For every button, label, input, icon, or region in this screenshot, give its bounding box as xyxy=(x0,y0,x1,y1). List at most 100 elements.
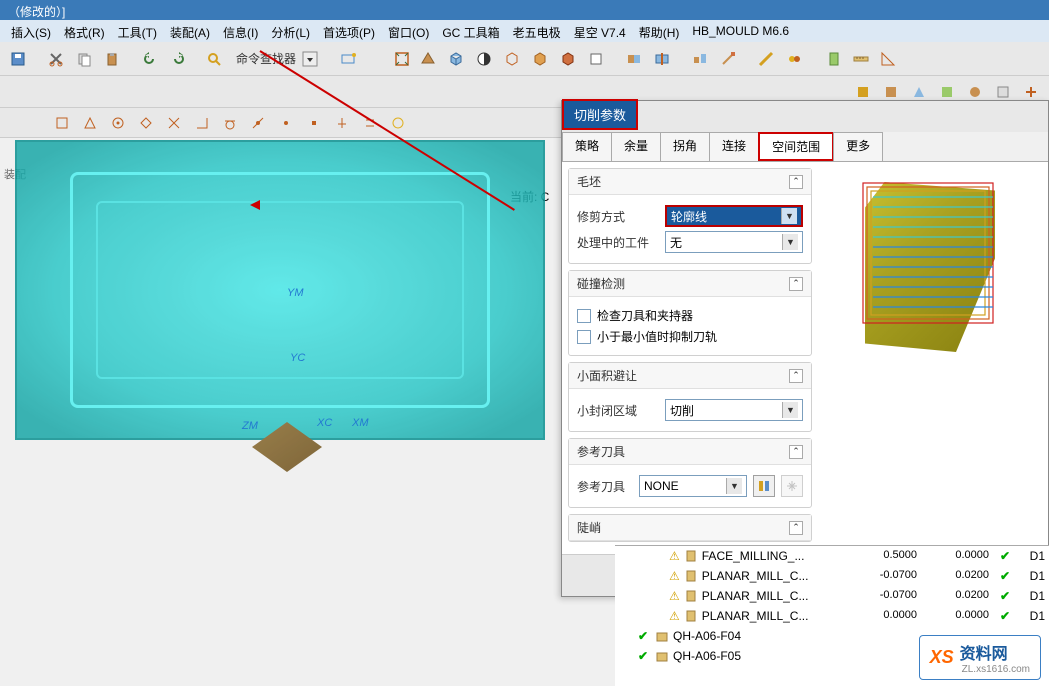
section-collision-title: 碰撞检测 xyxy=(577,275,625,292)
tab-stock[interactable]: 余量 xyxy=(611,132,661,161)
tab-strategy[interactable]: 策略 xyxy=(562,132,612,161)
snap-intersect-icon[interactable] xyxy=(162,111,186,135)
menu-format[interactable]: 格式(R) xyxy=(59,23,110,39)
section-small-area-title: 小面积避让 xyxy=(577,367,637,384)
folder-icon xyxy=(655,649,669,663)
sketch-icon[interactable] xyxy=(718,47,742,71)
snap-end-icon[interactable] xyxy=(50,111,74,135)
snap-node-icon[interactable] xyxy=(302,111,326,135)
menu-info[interactable]: 信息(I) xyxy=(218,23,263,39)
menu-assembly[interactable]: 装配(A) xyxy=(165,23,215,39)
tree-row[interactable]: ⚠ PLANAR_MILL_C... 0.0000 0.0000 ✔ D1 xyxy=(615,606,1049,626)
snap-insert-icon[interactable] xyxy=(330,111,354,135)
tab-connect[interactable]: 连接 xyxy=(709,132,759,161)
suppress-small-checkbox[interactable] xyxy=(577,330,591,344)
menu-laowu-electrode[interactable]: 老五电极 xyxy=(508,23,566,39)
green-tool-icon[interactable] xyxy=(822,47,846,71)
assembly-icon[interactable] xyxy=(690,47,714,71)
cutting-params-dialog: 切削参数 策略 余量 拐角 连接 空间范围 更多 毛坯 ⌃ 修剪方式 轮廓线 ▼ xyxy=(561,100,1049,597)
trim-method-select[interactable]: 轮廓线 ▼ xyxy=(665,205,803,227)
watermark-text: 资料网 xyxy=(960,640,1030,664)
snap-tan-icon[interactable] xyxy=(218,111,242,135)
wireframe-icon[interactable] xyxy=(502,47,526,71)
ref-tool-new-icon[interactable] xyxy=(781,475,803,497)
ruler-icon[interactable] xyxy=(850,47,874,71)
collapse-icon[interactable]: ⌃ xyxy=(789,521,803,535)
menu-help[interactable]: 帮助(H) xyxy=(634,23,685,39)
inprocess-select[interactable]: 无 ▼ xyxy=(665,231,803,253)
angle-icon[interactable] xyxy=(878,47,902,71)
menu-hbmould[interactable]: HB_MOULD M6.6 xyxy=(687,23,794,39)
axis-ym: YM xyxy=(287,287,304,299)
check-icon: ✔ xyxy=(635,629,651,643)
snap-near-icon[interactable] xyxy=(246,111,270,135)
closed-region-label: 小封闭区域 xyxy=(577,402,659,419)
fit-icon[interactable] xyxy=(390,47,414,71)
collapse-icon[interactable]: ⌃ xyxy=(789,369,803,383)
menu-xingkong[interactable]: 星空 V7.4 xyxy=(569,23,631,39)
check-icon: ✔ xyxy=(997,569,1013,583)
snap-perp-icon[interactable] xyxy=(190,111,214,135)
dialog-title: 切削参数 xyxy=(562,99,638,130)
chevron-down-icon: ▼ xyxy=(782,402,798,418)
ref-tool-list-icon[interactable] xyxy=(753,475,775,497)
menu-gc-toolbox[interactable]: GC 工具箱 xyxy=(437,23,504,39)
snap-point-icon[interactable] xyxy=(274,111,298,135)
closed-region-select[interactable]: 切削 ▼ xyxy=(665,399,803,421)
window-title: （修改的）] xyxy=(0,0,1049,20)
trim-method-label: 修剪方式 xyxy=(577,208,659,225)
tab-corners[interactable]: 拐角 xyxy=(660,132,710,161)
render-style-icon[interactable] xyxy=(418,47,442,71)
section-ref-tool: 参考刀具 ⌃ 参考刀具 NONE ▼ xyxy=(568,438,812,508)
collapse-icon[interactable]: ⌃ xyxy=(789,277,803,291)
toolpath-preview[interactable]: YM YC ZM XC XM xyxy=(15,140,545,440)
mill-op-icon xyxy=(684,589,698,603)
op-name: FACE_MILLING_... xyxy=(702,549,805,563)
clip-icon[interactable] xyxy=(652,47,676,71)
section-steep: 陡峭 ⌃ xyxy=(568,514,812,542)
section-blank: 毛坯 ⌃ 修剪方式 轮廓线 ▼ 处理中的工件 无 xyxy=(568,168,812,264)
tree-row[interactable]: ⚠ PLANAR_MILL_C... -0.0700 0.0200 ✔ D1 xyxy=(615,586,1049,606)
menu-tools[interactable]: 工具(T) xyxy=(113,23,162,39)
op-name: PLANAR_MILL_C... xyxy=(702,569,809,583)
tree-row[interactable]: ⚠ FACE_MILLING_... 0.5000 0.0000 ✔ D1 xyxy=(615,546,1049,566)
tree-row[interactable]: ⚠ PLANAR_MILL_C... -0.0700 0.0200 ✔ D1 xyxy=(615,566,1049,586)
cmd-finder-icon[interactable] xyxy=(204,47,228,71)
snap-mid-icon[interactable] xyxy=(78,111,102,135)
undo-icon[interactable] xyxy=(138,47,162,71)
paste-icon[interactable] xyxy=(100,47,124,71)
inprocess-label: 处理中的工件 xyxy=(577,234,659,251)
dropdown-icon[interactable] xyxy=(300,47,324,71)
menu-insert[interactable]: 插入(S) xyxy=(6,23,56,39)
watermark: XS 资料网 ZL.xs1616.com xyxy=(919,635,1041,680)
folder-name: QH-A06-F04 xyxy=(673,629,741,643)
half-circle-icon[interactable] xyxy=(474,47,498,71)
tab-containment[interactable]: 空间范围 xyxy=(758,132,834,161)
cube-icon[interactable] xyxy=(446,47,470,71)
layer-icon[interactable] xyxy=(586,47,610,71)
save-icon[interactable] xyxy=(6,47,30,71)
snap-quad-icon[interactable] xyxy=(134,111,158,135)
op-name: PLANAR_MILL_C... xyxy=(702,589,809,603)
menu-analysis[interactable]: 分析(L) xyxy=(266,23,315,39)
snap-center-icon[interactable] xyxy=(106,111,130,135)
shaded-edges-icon[interactable] xyxy=(558,47,582,71)
copy-icon[interactable] xyxy=(72,47,96,71)
section-icon[interactable] xyxy=(624,47,648,71)
ref-tool-select[interactable]: NONE ▼ xyxy=(639,475,747,497)
check-tool-holder-checkbox[interactable] xyxy=(577,309,591,323)
measure-icon[interactable] xyxy=(756,47,780,71)
menu-preferences[interactable]: 首选项(P) xyxy=(318,23,380,39)
collapse-icon[interactable]: ⌃ xyxy=(789,175,803,189)
tab-more[interactable]: 更多 xyxy=(833,132,883,161)
suppress-small-label: 小于最小值时抑制刀轨 xyxy=(597,328,717,345)
spheres-icon[interactable] xyxy=(784,47,808,71)
shaded-icon[interactable] xyxy=(530,47,554,71)
object-display-icon[interactable] xyxy=(338,47,362,71)
check-icon: ✔ xyxy=(997,549,1013,563)
menu-window[interactable]: 窗口(O) xyxy=(383,23,434,39)
collapse-icon[interactable]: ⌃ xyxy=(789,445,803,459)
redo-icon[interactable] xyxy=(166,47,190,71)
cut-icon[interactable] xyxy=(44,47,68,71)
check-tool-holder-label: 检查刀具和夹持器 xyxy=(597,307,693,324)
